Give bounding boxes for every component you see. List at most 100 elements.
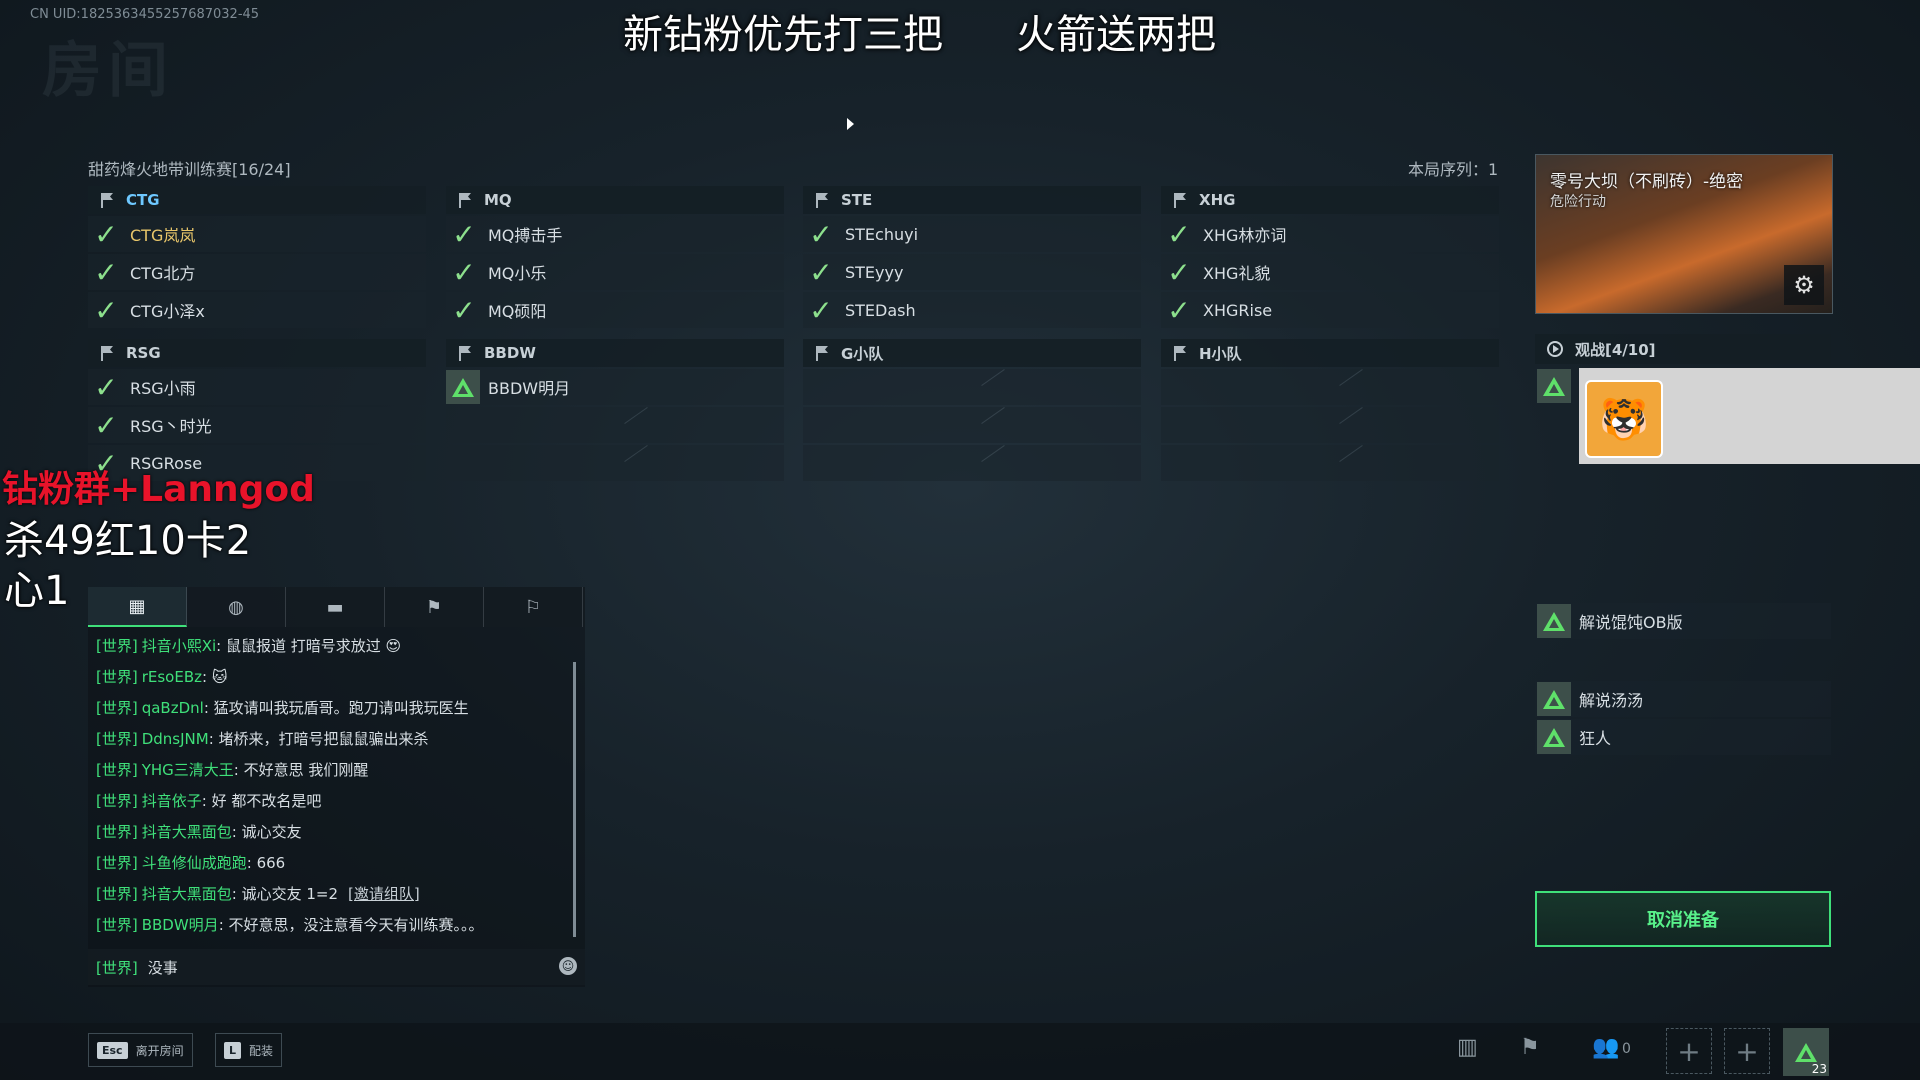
bottom-bar: Esc 离开房间 L 配装 ▥ ⚑ 👥 0 + + 23	[0, 1023, 1920, 1080]
player-slot[interactable]: BBDW明月	[446, 369, 784, 405]
tab-team[interactable]: ⚑	[385, 587, 484, 627]
tab-room[interactable]: ⚐	[484, 587, 583, 627]
chat-user[interactable]: 抖音依子	[142, 792, 202, 810]
ready-check-icon: ✓	[1167, 217, 1191, 251]
team-header[interactable]: XHG	[1161, 186, 1499, 214]
chat-user[interactable]: BBDW明月	[142, 916, 219, 934]
map-card[interactable]: 零号大坝（不刷砖）-绝密 危险行动 ⚙	[1535, 154, 1833, 314]
player-slot[interactable]: ✓ XHG礼貌	[1161, 254, 1499, 290]
chat-user[interactable]: 斗鱼修仙成跑跑	[142, 854, 247, 872]
player-name: MQ硕阳	[488, 302, 547, 321]
ready-check-icon: ✓	[809, 217, 833, 251]
tab-private[interactable]: ▬	[286, 587, 385, 627]
chat-message: [世界] 抖音大黑面包: 诚心交友	[96, 817, 566, 848]
team-header[interactable]: BBDW	[446, 339, 784, 367]
cancel-ready-button[interactable]: 取消准备	[1535, 891, 1831, 947]
input-channel[interactable]: [世界]	[96, 957, 138, 978]
player-slot[interactable]: ✓ MQ硕阳	[446, 292, 784, 328]
chat-user[interactable]: 抖音大黑面包	[142, 885, 232, 903]
chat-message: [世界] rEsoEBz: 🐱	[96, 662, 566, 693]
team-header[interactable]: G小队	[803, 339, 1141, 367]
player-slot[interactable]: ✓ CTG岚岚	[88, 216, 426, 252]
mouse-cursor-icon	[847, 118, 854, 130]
chat-message: [世界] DdnsJNM: 堵桥来，打暗号把鼠鼠骗出来杀	[96, 724, 566, 755]
player-slot[interactable]: ✓ STEyyy	[803, 254, 1141, 290]
gear-icon[interactable]: ⚙	[1784, 265, 1824, 305]
play-icon	[1547, 341, 1563, 357]
add-member-button[interactable]: +	[1666, 1028, 1712, 1074]
stats-chart-icon[interactable]: ▥	[1457, 1035, 1478, 1060]
flag-icon[interactable]: ⚑	[1520, 1035, 1540, 1060]
flag-icon	[458, 192, 472, 208]
player-slot[interactable]: ✓ STEDash	[803, 292, 1141, 328]
tab-all[interactable]: ▦	[88, 587, 187, 627]
team-card[interactable]: CTG ✓ CTG岚岚 ✓ CTG北方 ✓ CTG小泽x	[88, 186, 426, 328]
chat-bubble-icon: ▬	[326, 596, 344, 618]
player-name: XHG林亦词	[1203, 226, 1287, 245]
chat-user[interactable]: YHG三清大王	[142, 761, 234, 779]
team-header[interactable]: MQ	[446, 186, 784, 214]
invite-team-link[interactable]: [邀请组队]	[348, 885, 420, 903]
chat-user[interactable]: 抖音小熙Xi	[142, 637, 216, 655]
chat-user[interactable]: 抖音大黑面包	[142, 823, 232, 841]
friends-icon[interactable]: 👥	[1592, 1035, 1619, 1060]
player-slot[interactable]: ✓ MQ搏击手	[446, 216, 784, 252]
chat-separator: :	[218, 916, 229, 934]
empty-slot[interactable]	[803, 445, 1141, 481]
tab-world[interactable]: ◍	[187, 587, 286, 627]
chat-channel: [世界]	[96, 885, 138, 903]
team-header[interactable]: CTG	[88, 186, 426, 214]
leave-room-button[interactable]: Esc 离开房间	[88, 1033, 193, 1067]
player-slot[interactable]: ✓ MQ小乐	[446, 254, 784, 290]
ready-check-icon: ✓	[94, 408, 118, 442]
chat-user[interactable]: DdnsJNM	[142, 730, 209, 748]
player-slot[interactable]: ✓ XHG林亦词	[1161, 216, 1499, 252]
player-name: XHG礼貌	[1203, 264, 1271, 283]
empty-slot[interactable]	[803, 407, 1141, 443]
chat-user[interactable]: rEsoEBz	[142, 668, 202, 686]
team-header[interactable]: H小队	[1161, 339, 1499, 367]
player-slot[interactable]: ✓ STEchuyi	[803, 216, 1141, 252]
empty-slot[interactable]	[803, 369, 1141, 405]
loadout-button[interactable]: L 配装	[215, 1033, 283, 1067]
team-header[interactable]: STE	[803, 186, 1141, 214]
avatar: 🐯	[1585, 380, 1663, 458]
empty-slot[interactable]	[1161, 445, 1499, 481]
spectator-slot[interactable]: 解说馄饨OB版	[1535, 603, 1831, 639]
rank-triangle-icon	[446, 370, 480, 404]
team-card[interactable]: H小队	[1161, 339, 1499, 481]
player-slot[interactable]: ✓ RSG小雨	[88, 369, 426, 405]
emoji-icon[interactable]: ☺	[559, 957, 577, 975]
add-member-button[interactable]: +	[1724, 1028, 1770, 1074]
chat-channel: [世界]	[96, 823, 138, 841]
chat-separator: :	[233, 761, 244, 779]
team-card[interactable]: STE ✓ STEchuyi ✓ STEyyy ✓ STEDash	[803, 186, 1141, 328]
esc-key: Esc	[97, 1041, 128, 1059]
room-title: 甜药烽火地带训练赛[16/24]	[88, 160, 291, 179]
rank-triangle-icon	[1537, 604, 1571, 638]
team-card[interactable]: XHG ✓ XHG林亦词 ✓ XHG礼貌 ✓ XHGRise	[1161, 186, 1499, 328]
empty-slot[interactable]	[1161, 369, 1499, 405]
empty-slot[interactable]	[1161, 407, 1499, 443]
chat-scrollbar[interactable]	[573, 662, 576, 937]
team-card[interactable]: BBDW BBDW明月	[446, 339, 784, 481]
self-rank-badge[interactable]: 23	[1783, 1028, 1829, 1076]
empty-slot[interactable]	[446, 407, 784, 443]
chat-user[interactable]: qaBzDnl	[142, 699, 204, 717]
player-slot[interactable]: ✓ CTG小泽x	[88, 292, 426, 328]
chat-channel: [世界]	[96, 637, 138, 655]
spectator-slot[interactable]: 狂人	[1535, 719, 1831, 755]
player-slot[interactable]: ✓ XHGRise	[1161, 292, 1499, 328]
empty-slot[interactable]	[446, 445, 784, 481]
flag-icon: ⚑	[425, 596, 443, 618]
team-name: BBDW	[484, 344, 536, 362]
chat-input[interactable]: 没事	[148, 957, 178, 978]
banner-right: 火箭送两把	[1016, 12, 1216, 58]
spectator-slot[interactable]: 解说汤汤	[1535, 681, 1831, 717]
chat-input-bar[interactable]: [世界] 没事 ☺	[88, 949, 585, 985]
player-slot[interactable]: ✓ CTG北方	[88, 254, 426, 290]
team-header[interactable]: RSG	[88, 339, 426, 367]
team-card[interactable]: MQ ✓ MQ搏击手 ✓ MQ小乐 ✓ MQ硕阳	[446, 186, 784, 328]
team-card[interactable]: G小队	[803, 339, 1141, 481]
player-slot[interactable]: ✓ RSG丶时光	[88, 407, 426, 443]
